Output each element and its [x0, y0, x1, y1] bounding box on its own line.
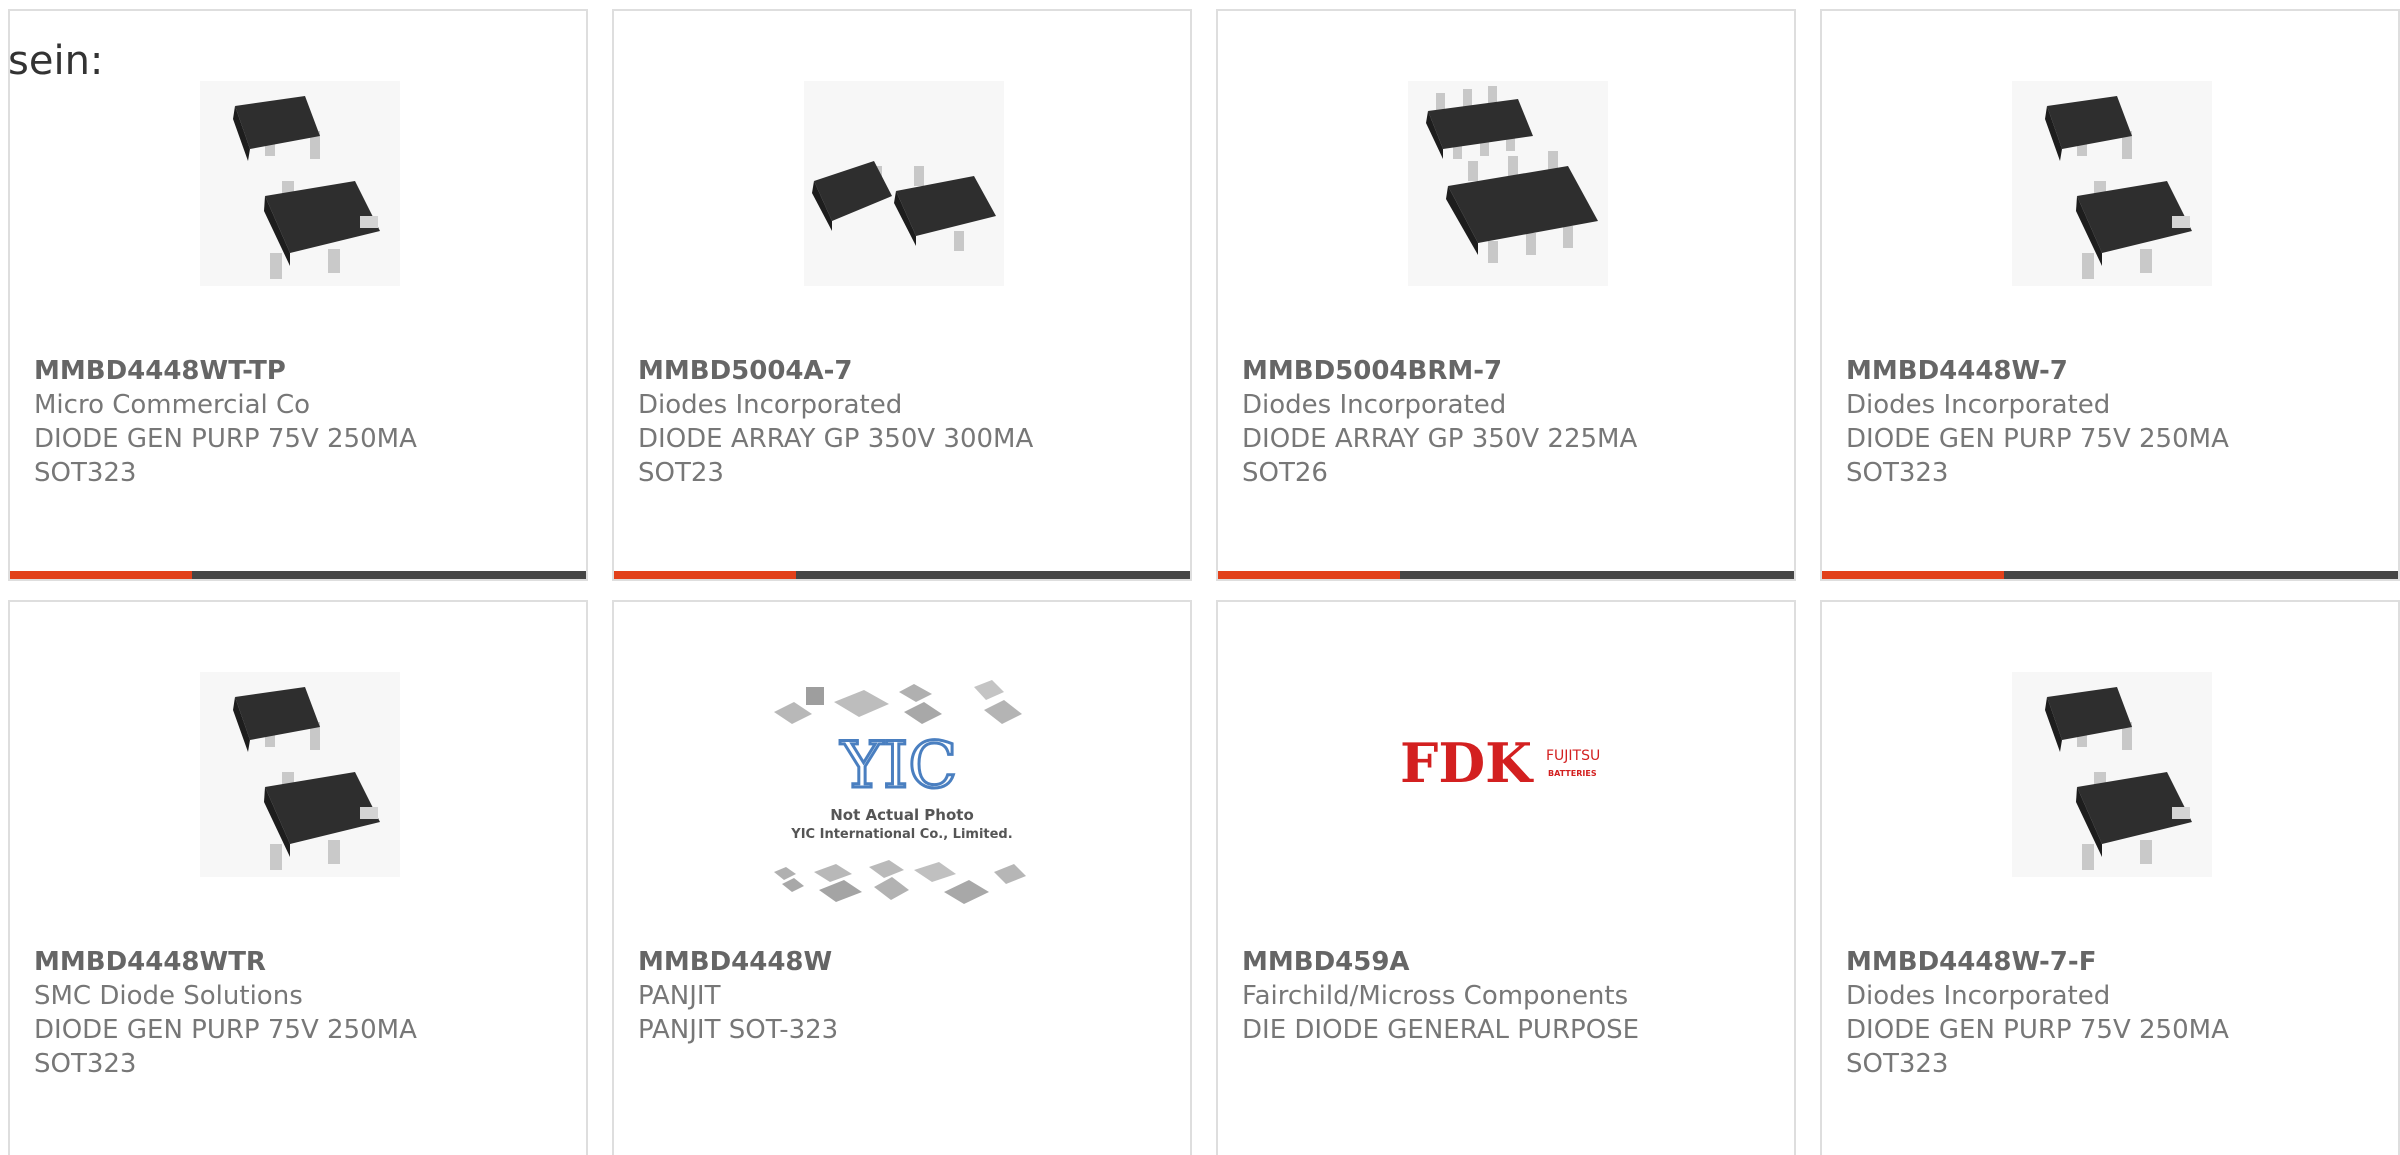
part-number[interactable]: MMBD4448W — [638, 945, 1180, 979]
description: DIODE ARRAY GP 350V 300MA — [638, 424, 1034, 454]
part-number[interactable]: MMBD4448W-7-F — [1846, 945, 2388, 979]
sot323-package-icon[interactable] — [2012, 672, 2212, 877]
description: PANJIT SOT-323 — [638, 1015, 839, 1045]
manufacturer: PANJIT — [638, 981, 721, 1011]
description: DIE DIODE GENERAL PURPOSE — [1242, 1015, 1640, 1045]
product-info: MMBD4448W PANJIT PANJIT SOT-323 — [638, 945, 1180, 1047]
yic-placeholder-icon[interactable]: YIC Not Actual Photo YIC International C… — [764, 672, 1044, 917]
card-bar-accent — [1218, 571, 1400, 579]
fdk-logo-icon[interactable]: FDK FUJITSU BATTERIES — [1398, 722, 1618, 802]
manufacturer: SMC Diode Solutions — [34, 981, 303, 1011]
manufacturer: Diodes Incorporated — [638, 390, 903, 420]
manufacturer: Diodes Incorporated — [1242, 390, 1507, 420]
product-info: MMBD459A Fairchild/Micross Components DI… — [1242, 945, 1784, 1047]
package: SOT323 — [1846, 1049, 1949, 1079]
sot323-package-icon[interactable] — [200, 672, 400, 877]
sot323-package-icon[interactable] — [2012, 81, 2212, 286]
not-actual-photo-text: Not Actual Photo — [830, 806, 974, 824]
product-info: MMBD5004A-7 Diodes Incorporated DIODE AR… — [638, 354, 1180, 490]
sot323-package-icon[interactable] — [200, 81, 400, 286]
package: SOT26 — [1242, 458, 1328, 488]
card-bar — [10, 571, 586, 579]
batteries-text: BATTERIES — [1548, 769, 1597, 778]
product-card[interactable]: MMBD5004BRM-7 Diodes Incorporated DIODE … — [1216, 9, 1796, 581]
manufacturer: Micro Commercial Co — [34, 390, 311, 420]
manufacturer: Diodes Incorporated — [1846, 390, 2111, 420]
product-card[interactable]: MMBD4448W-7-F Diodes Incorporated DIODE … — [1820, 600, 2400, 1155]
manufacturer: Fairchild/Micross Components — [1242, 981, 1629, 1011]
product-card[interactable]: FDK FUJITSU BATTERIES MMBD459A Fairchild… — [1216, 600, 1796, 1155]
package: SOT323 — [34, 458, 137, 488]
package: SOT23 — [638, 458, 724, 488]
description: DIODE GEN PURP 75V 250MA — [1846, 424, 2229, 454]
product-card[interactable]: MMBD4448W-7 Diodes Incorporated DIODE GE… — [1820, 9, 2400, 581]
product-card[interactable]: YIC Not Actual Photo YIC International C… — [612, 600, 1192, 1155]
part-number[interactable]: MMBD5004BRM-7 — [1242, 354, 1784, 388]
card-bar-accent — [1822, 571, 2004, 579]
fujitsu-text: FUJITSU — [1546, 748, 1600, 764]
description: DIODE GEN PURP 75V 250MA — [34, 424, 417, 454]
intro-text: sein: — [8, 38, 104, 84]
product-info: MMBD4448WT-TP Micro Commercial Co DIODE … — [34, 354, 576, 490]
card-bar — [614, 571, 1190, 579]
fdk-logo-text: FDK — [1400, 731, 1534, 795]
description: DIODE ARRAY GP 350V 225MA — [1242, 424, 1638, 454]
description: DIODE GEN PURP 75V 250MA — [34, 1015, 417, 1045]
product-card[interactable]: MMBD5004A-7 Diodes Incorporated DIODE AR… — [612, 9, 1192, 581]
product-card[interactable]: MMBD4448WT-TP Micro Commercial Co DIODE … — [8, 9, 588, 581]
package: SOT323 — [1846, 458, 1949, 488]
manufacturer: Diodes Incorporated — [1846, 981, 2111, 1011]
card-bar — [1822, 571, 2398, 579]
yic-company-text: YIC International Co., Limited. — [790, 827, 1012, 842]
card-bar-accent — [10, 571, 192, 579]
card-bar — [1218, 571, 1794, 579]
product-info: MMBD5004BRM-7 Diodes Incorporated DIODE … — [1242, 354, 1784, 490]
part-number[interactable]: MMBD4448WTR — [34, 945, 576, 979]
sot23-package-icon[interactable] — [804, 81, 1004, 286]
part-number[interactable]: MMBD5004A-7 — [638, 354, 1180, 388]
part-number[interactable]: MMBD4448W-7 — [1846, 354, 2388, 388]
description: DIODE GEN PURP 75V 250MA — [1846, 1015, 2229, 1045]
product-info: MMBD4448W-7 Diodes Incorporated DIODE GE… — [1846, 354, 2388, 490]
package: SOT323 — [34, 1049, 137, 1079]
yic-logo-text: YIC — [840, 729, 958, 803]
product-card[interactable]: MMBD4448WTR SMC Diode Solutions DIODE GE… — [8, 600, 588, 1155]
sot26-package-icon[interactable] — [1408, 81, 1608, 286]
part-number[interactable]: MMBD459A — [1242, 945, 1784, 979]
product-grid-page: sein: MMBD4448WT-TP Micro Commercial Co … — [0, 0, 2400, 1155]
product-info: MMBD4448W-7-F Diodes Incorporated DIODE … — [1846, 945, 2388, 1081]
part-number[interactable]: MMBD4448WT-TP — [34, 354, 576, 388]
product-info: MMBD4448WTR SMC Diode Solutions DIODE GE… — [34, 945, 576, 1081]
card-bar-accent — [614, 571, 796, 579]
